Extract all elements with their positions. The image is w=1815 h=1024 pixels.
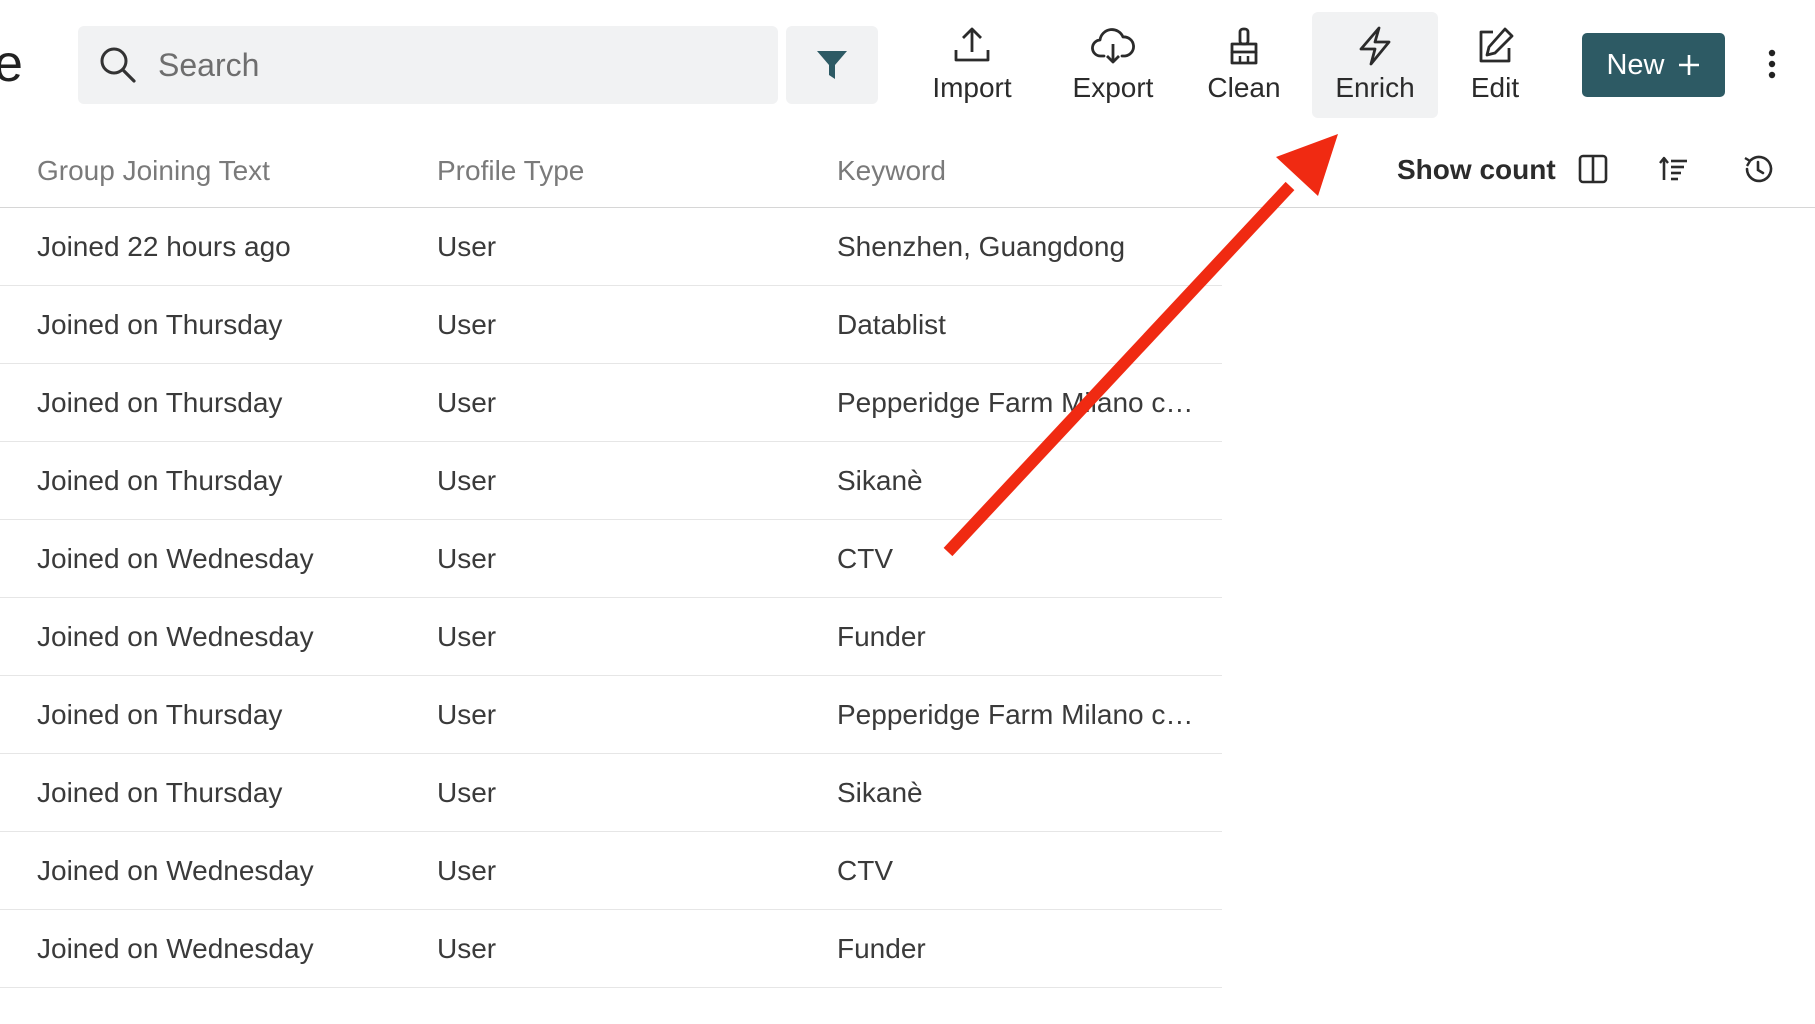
group-joining-text-cell: Joined 22 hours ago	[37, 231, 291, 262]
filter-button[interactable]	[786, 26, 878, 104]
profile-type-cell: User	[437, 543, 497, 574]
edit-button[interactable]: Edit	[1455, 12, 1535, 118]
search-input[interactable]	[156, 45, 736, 85]
table-header: Group Joining Text Profile Type Keyword …	[0, 128, 1815, 208]
keyword-cell: Pepperidge Farm Milano co…	[837, 387, 1200, 418]
table-row[interactable]: Joined on Wednesday User Funder	[0, 598, 1222, 676]
page-title-fragment: e	[0, 35, 23, 93]
cloud-download-icon	[1091, 28, 1135, 64]
plus-icon	[1678, 55, 1699, 75]
group-joining-text-cell: Joined on Wednesday	[37, 933, 314, 964]
profile-type-cell: User	[437, 387, 497, 418]
table-row[interactable]: Joined on Thursday User Datablist	[0, 286, 1222, 364]
group-joining-text-cell: Joined on Wednesday	[37, 543, 314, 574]
table-row[interactable]: Joined on Wednesday User CTV	[0, 832, 1222, 910]
table-row[interactable]: Joined on Thursday User Pepperidge Farm …	[0, 676, 1222, 754]
table-row[interactable]: Joined on Thursday User Pepperidge Farm …	[0, 364, 1222, 442]
columns-layout-icon[interactable]	[1576, 152, 1610, 186]
profile-type-cell: User	[437, 933, 497, 964]
data-table: Group Joining Text Profile Type Keyword …	[0, 128, 1815, 988]
group-joining-text-cell: Joined on Thursday	[37, 309, 283, 340]
sort-icon[interactable]	[1657, 152, 1691, 186]
keyword-cell: Funder	[837, 621, 926, 652]
group-joining-text-cell: Joined on Thursday	[37, 465, 283, 496]
keyword-cell: Pepperidge Farm Milano co…	[837, 699, 1200, 730]
keyword-cell: Funder	[837, 933, 926, 964]
upload-icon	[954, 27, 990, 62]
clean-label: Clean	[1207, 72, 1281, 103]
clean-button[interactable]: Clean	[1196, 12, 1292, 118]
edit-label: Edit	[1470, 72, 1520, 103]
export-label: Export	[1072, 72, 1154, 103]
keyword-cell: CTV	[837, 855, 893, 886]
profile-type-cell: User	[437, 231, 497, 262]
history-icon[interactable]	[1741, 152, 1775, 186]
group-joining-text-cell: Joined on Wednesday	[37, 621, 314, 652]
group-joining-text-cell: Joined on Wednesday	[37, 855, 314, 886]
new-label: New	[1606, 48, 1665, 81]
group-joining-text-cell: Joined on Thursday	[37, 777, 283, 808]
column-header-keyword[interactable]: Keyword	[837, 128, 946, 208]
keyword-cell: Sikanè	[837, 777, 923, 808]
group-joining-text-cell: Joined on Thursday	[37, 387, 283, 418]
brush-icon	[1230, 27, 1258, 65]
edit-icon	[1479, 27, 1514, 63]
group-joining-text-cell: Joined on Thursday	[37, 699, 283, 730]
profile-type-cell: User	[437, 309, 497, 340]
search-icon	[100, 47, 136, 83]
column-header-profile-type[interactable]: Profile Type	[437, 128, 584, 208]
import-button[interactable]: Import	[922, 12, 1022, 118]
enrich-button[interactable]: Enrich	[1312, 12, 1438, 118]
profile-type-cell: User	[437, 855, 497, 886]
enrich-label: Enrich	[1335, 72, 1415, 103]
export-button[interactable]: Export	[1058, 12, 1168, 118]
profile-type-cell: User	[437, 465, 497, 496]
table-row[interactable]: Joined 22 hours ago User Shenzhen, Guang…	[0, 208, 1222, 286]
table-row[interactable]: Joined on Thursday User Sikanè	[0, 442, 1222, 520]
filter-icon	[817, 51, 847, 79]
profile-type-cell: User	[437, 777, 497, 808]
show-count-toggle[interactable]: Show count	[1397, 128, 1556, 208]
keyword-cell: Datablist	[837, 309, 946, 340]
vertical-dots-icon	[1768, 49, 1776, 79]
column-header-group-joining-text[interactable]: Group Joining Text	[37, 128, 270, 208]
more-options-button[interactable]	[1760, 44, 1784, 84]
search-box[interactable]	[78, 26, 778, 104]
table-row[interactable]: Joined on Wednesday User CTV	[0, 520, 1222, 598]
keyword-cell: CTV	[837, 543, 893, 574]
lightning-icon	[1359, 26, 1391, 66]
import-label: Import	[932, 72, 1012, 103]
keyword-cell: Sikanè	[837, 465, 923, 496]
new-button[interactable]: New	[1582, 33, 1725, 97]
table-row[interactable]: Joined on Thursday User Sikanè	[0, 754, 1222, 832]
table-row[interactable]: Joined on Wednesday User Funder	[0, 910, 1222, 988]
table-body: Joined 22 hours ago User Shenzhen, Guang…	[0, 208, 1815, 988]
keyword-cell: Shenzhen, Guangdong	[837, 231, 1126, 262]
profile-type-cell: User	[437, 699, 497, 730]
profile-type-cell: User	[437, 621, 497, 652]
